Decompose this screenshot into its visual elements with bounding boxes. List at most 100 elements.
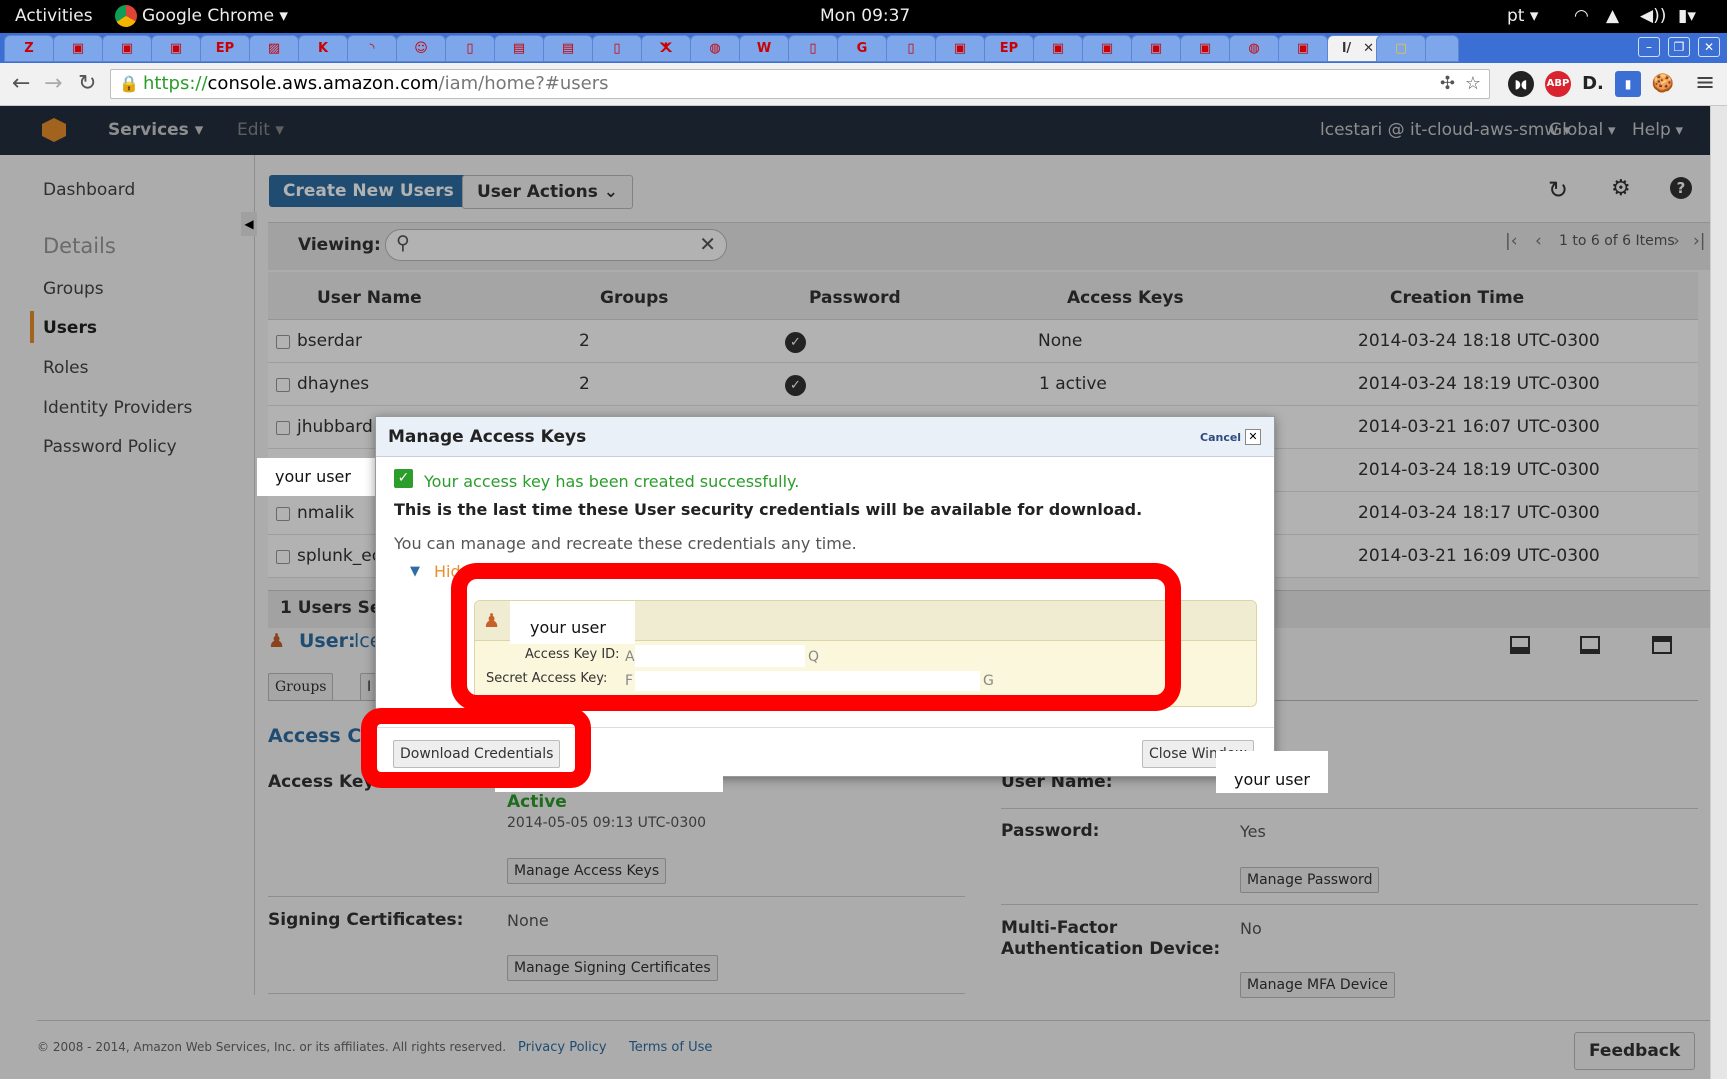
tab-favicon-icon: EP [215,41,235,56]
url-host: console.aws.amazon.com [207,73,439,94]
browser-tab[interactable]: ◍ [1229,35,1279,62]
tab-favicon-icon: ▣ [71,41,85,56]
tab-favicon-icon: ◍ [709,41,721,56]
translate-icon[interactable]: ✣ [1440,70,1455,98]
tab-favicon-icon: ▣ [1149,41,1163,56]
browser-tab[interactable]: ▣ [1180,35,1230,62]
bookmark-star-icon[interactable]: ☆ [1465,70,1481,98]
tab-close-icon[interactable]: ✕ [1363,41,1374,56]
tab-favicon-icon: ▨ [267,41,281,56]
browser-tab[interactable]: ▣ [1082,35,1132,62]
maximize-icon[interactable]: ❐ [1668,37,1690,57]
success-message: Your access key has been created success… [424,472,800,491]
bookmark-extension-icon[interactable]: ▮ [1615,71,1641,97]
browser-tab[interactable]: W [739,35,789,62]
browser-tab[interactable]: ▤ [543,35,593,62]
browser-tab[interactable]: ▣ [102,35,152,62]
wifi-icon[interactable]: ◠ [1574,6,1589,26]
adblock-extension-icon[interactable]: ABP [1545,71,1571,97]
language-menu[interactable]: pt ▾ [1507,6,1538,26]
tab-favicon-icon: ▣ [1100,41,1114,56]
cookie-extension-icon[interactable]: 🍪 [1650,71,1676,97]
browser-tab[interactable]: G [837,35,887,62]
browser-tab[interactable]: K [298,35,348,62]
chrome-icon [115,5,137,27]
tab-favicon-icon: W [756,41,772,56]
browser-tab[interactable]: ◝ [347,35,397,62]
tab-favicon-icon: ▤ [561,41,575,56]
forward-icon[interactable]: → [44,71,62,96]
tab-favicon-icon: ◝ [369,41,375,56]
browser-tab[interactable]: ▣ [1033,35,1083,62]
padlock-icon: 🔒 [119,74,139,93]
page-scrollbar[interactable] [1710,106,1727,1079]
tab-favicon-icon: EP [999,41,1019,56]
close-icon[interactable]: ✕ [1245,429,1261,445]
d-extension-icon[interactable]: D. [1580,71,1606,97]
tab-favicon-icon: ▣ [120,41,134,56]
browser-toolbar: ← → ↻ 🔒 https://console.aws.amazon.com/i… [0,63,1727,106]
credentials-highlight-box [451,563,1181,711]
tab-favicon-icon: ☺ [414,41,428,56]
browser-tab[interactable]: ▢ [1376,35,1426,62]
browser-tab[interactable]: ▣ [53,35,103,62]
browser-tab[interactable]: ☺ [396,35,446,62]
tab-favicon-icon: ▣ [1296,41,1310,56]
browser-tab[interactable]: ▯ [788,35,838,62]
address-bar[interactable]: 🔒 https://console.aws.amazon.com/iam/hom… [110,69,1490,99]
lock-icon[interactable]: ▲ [1606,6,1619,26]
tab-favicon-icon: ▯ [809,41,817,56]
tab-favicon-icon: ▣ [1198,41,1212,56]
tab-favicon-icon: Z [24,41,34,56]
tab-favicon-icon: l/ [1341,41,1352,56]
tab-favicon-icon: ▤ [512,41,526,56]
cancel-link[interactable]: Cancel [1200,431,1241,444]
reload-icon[interactable]: ↻ [78,71,96,96]
activities-button[interactable]: Activities [15,6,93,26]
warning-message: This is the last time these User securit… [394,500,1143,519]
new-tab-button[interactable] [1425,35,1459,62]
browser-tab-strip: – ❐ ✕ Z ▣ ▣ ▣ EP ▨ K ◝ ☺ ▯ ▤ ▤ ▯ ⵅ ◍ W ▯ G ▯ ▣ EP ▣ ▣ ▣ ▣ ◍ ▣ l/ ✕ ▢ [0,33,1727,63]
browser-tab[interactable]: ▣ [935,35,985,62]
browser-tab[interactable]: EP [200,35,250,62]
browser-tab[interactable]: ▯ [445,35,495,62]
browser-tab[interactable]: ▯ [886,35,936,62]
browser-tab[interactable]: ▤ [494,35,544,62]
chrome-menu-icon[interactable]: ≡ [1695,68,1715,96]
browser-tab[interactable]: ▣ [1278,35,1328,62]
browser-tab[interactable]: ▣ [1131,35,1181,62]
browser-tab[interactable]: EP [984,35,1034,62]
battery-icon[interactable]: ▮▾ [1678,6,1696,26]
tab-favicon-icon: ▣ [1051,41,1065,56]
expand-toggle-icon[interactable]: ▼ [410,564,420,579]
back-icon[interactable]: ← [12,71,30,96]
minimize-icon[interactable]: – [1638,37,1660,57]
row-user-name-redacted[interactable]: your user [257,458,377,496]
clock[interactable]: Mon 09:37 [820,6,910,26]
tab-favicon-icon: ◍ [1248,41,1260,56]
tab-favicon-icon: ▯ [613,41,621,56]
close-window-icon[interactable]: ✕ [1698,37,1720,57]
system-top-bar: Activities Google Chrome ▾ Mon 09:37 pt … [0,0,1727,33]
tab-favicon-icon: ▣ [953,41,967,56]
browser-tab[interactable]: ▯ [592,35,642,62]
tab-favicon-icon: ▯ [466,41,474,56]
tab-favicon-icon: ▢ [1394,41,1408,56]
tab-favicon-icon: ⵅ [660,41,672,56]
user-name-value: your user [1216,751,1328,793]
tab-favicon-icon: ▣ [169,41,183,56]
url-scheme: https:// [143,73,208,94]
browser-tab[interactable]: Z [4,35,54,62]
browser-tab[interactable]: ⵅ [641,35,691,62]
app-menu[interactable]: Google Chrome ▾ [142,6,288,26]
browser-tab[interactable]: ▣ [151,35,201,62]
url-path: /iam/home?#users [438,73,609,94]
tab-favicon-icon: ▯ [907,41,915,56]
tab-favicon-icon: G [856,41,868,56]
browser-tab[interactable]: ◍ [690,35,740,62]
incognito-extension-icon[interactable]: ◗◖ [1508,71,1534,97]
info-message: You can manage and recreate these creden… [394,534,857,553]
browser-tab[interactable]: ▨ [249,35,299,62]
download-highlight-box [361,708,591,788]
volume-icon[interactable]: ◀)) [1640,6,1666,26]
